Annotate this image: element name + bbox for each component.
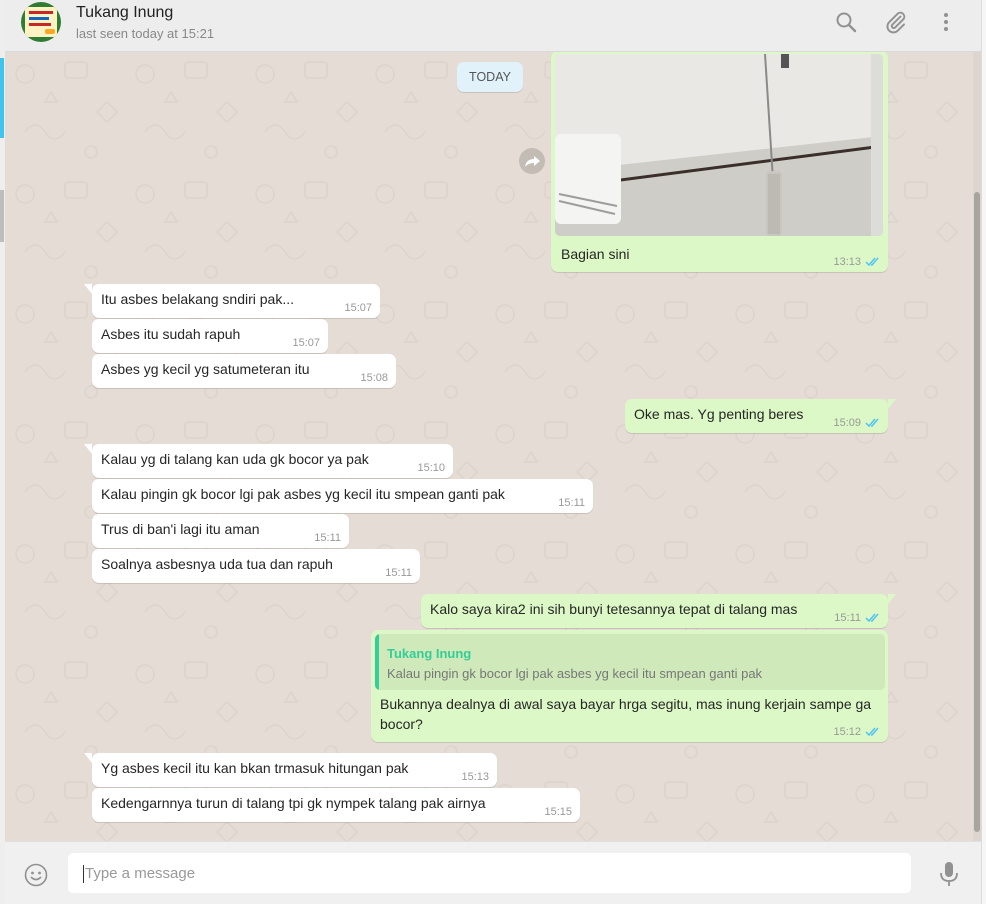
message-time: 15:07 (344, 302, 372, 314)
message-time: 15:07 (292, 337, 320, 349)
message-in[interactable]: Kalau pingin gk bocor lgi pak asbes yg k… (92, 479, 593, 513)
message-list[interactable]: TODAY Bagian sini 13:13 Itu asbes belaka… (5, 52, 973, 841)
chat-window: Tukang Inung last seen today at 15:21 TO… (5, 0, 981, 904)
quoted-message[interactable]: Tukang Inung Kalau pingin gk bocor lgi p… (375, 634, 885, 690)
read-receipt-icon (865, 727, 879, 737)
message-image-out[interactable]: Bagian sini 13:13 (551, 52, 888, 272)
message-in[interactable]: Trus di ban'i lagi itu aman 15:11 (92, 514, 349, 548)
avatar[interactable] (21, 2, 61, 42)
text-caret (83, 865, 84, 883)
composer-bar: Type a message (5, 841, 981, 904)
message-text: Asbes itu sudah rapuh (101, 326, 241, 342)
menu-icon[interactable] (934, 10, 958, 34)
message-time: 15:12 (833, 726, 861, 738)
read-receipt-icon (865, 257, 879, 267)
message-time: 15:09 (833, 417, 861, 429)
message-in[interactable]: Itu asbes belakang sndiri pak... 15:07 (84, 284, 380, 318)
forward-icon[interactable] (519, 148, 545, 174)
quoted-author: Tukang Inung (387, 646, 472, 661)
message-text: Trus di ban'i lagi itu aman (101, 521, 260, 537)
message-text: Itu asbes belakang sndiri pak... (101, 291, 295, 307)
message-input-placeholder: Type a message (85, 865, 196, 882)
message-time: 13:13 (833, 256, 861, 268)
message-time: 15:13 (461, 771, 489, 783)
emoji-icon[interactable] (24, 863, 48, 887)
message-text: Asbes yg kecil yg satumeteran itu (101, 361, 310, 377)
edge-marker (0, 190, 4, 242)
message-text: Yg asbes kecil itu kan bkan trmasuk hitu… (101, 760, 409, 776)
message-caption: Bagian sini (561, 246, 630, 262)
last-seen-status: last seen today at 15:21 (76, 26, 215, 41)
message-in[interactable]: Asbes yg kecil yg satumeteran itu 15:08 (92, 354, 396, 388)
contact-name[interactable]: Tukang Inung (76, 4, 173, 22)
attach-icon[interactable] (884, 10, 908, 34)
message-time: 15:11 (314, 532, 341, 544)
chat-scrollbar[interactable] (973, 52, 981, 841)
mic-icon[interactable] (937, 860, 961, 888)
message-text: Kalau yg di talang kan uda gk bocor ya p… (101, 451, 369, 467)
search-icon[interactable] (834, 10, 858, 34)
window-right-edge (981, 0, 986, 904)
message-in[interactable]: Kalau yg di talang kan uda gk bocor ya p… (84, 444, 453, 478)
message-reply-out[interactable]: Tukang Inung Kalau pingin gk bocor lgi p… (371, 630, 888, 742)
message-in[interactable]: Soalnya asbesnya uda tua dan rapuh 15:11 (92, 549, 420, 583)
message-time: 15:15 (544, 806, 572, 818)
message-time: 15:11 (385, 567, 412, 579)
photo-thumbnail[interactable] (555, 54, 883, 236)
read-receipt-icon (865, 418, 879, 428)
message-time: 15:08 (360, 372, 388, 384)
message-text-line2: bocor? (380, 716, 423, 732)
quoted-text: Kalau pingin gk bocor lgi pak asbes yg k… (387, 666, 763, 681)
message-text: Soalnya asbesnya uda tua dan rapuh (101, 556, 333, 572)
scrollbar-thumb[interactable] (974, 192, 980, 832)
message-text: Kalau pingin gk bocor lgi pak asbes yg k… (101, 486, 505, 502)
message-time: 15:10 (417, 462, 445, 474)
message-text: Oke mas. Yg penting beres (634, 406, 804, 422)
message-out[interactable]: Kalo saya kira2 ini sih bunyi tetesannya… (421, 594, 896, 628)
message-text: Kedengarnnya turun di talang tpi gk nymp… (101, 795, 486, 811)
message-time: 15:11 (834, 612, 861, 624)
message-text: Kalo saya kira2 ini sih bunyi tetesannya… (430, 601, 798, 617)
chat-header[interactable]: Tukang Inung last seen today at 15:21 (5, 0, 981, 52)
date-divider: TODAY (457, 62, 523, 92)
edge-accent (0, 58, 4, 138)
message-out[interactable]: Oke mas. Yg penting beres 15:09 (625, 399, 896, 433)
message-in[interactable]: Asbes itu sudah rapuh 15:07 (92, 319, 328, 353)
message-in[interactable]: Kedengarnnya turun di talang tpi gk nymp… (92, 788, 580, 822)
message-input[interactable]: Type a message (67, 852, 912, 894)
message-time: 15:11 (558, 497, 585, 509)
message-text-line1: Bukannya dealnya di awal saya bayar hrga… (380, 696, 872, 712)
message-in[interactable]: Yg asbes kecil itu kan bkan trmasuk hitu… (84, 753, 497, 787)
read-receipt-icon (865, 613, 879, 623)
